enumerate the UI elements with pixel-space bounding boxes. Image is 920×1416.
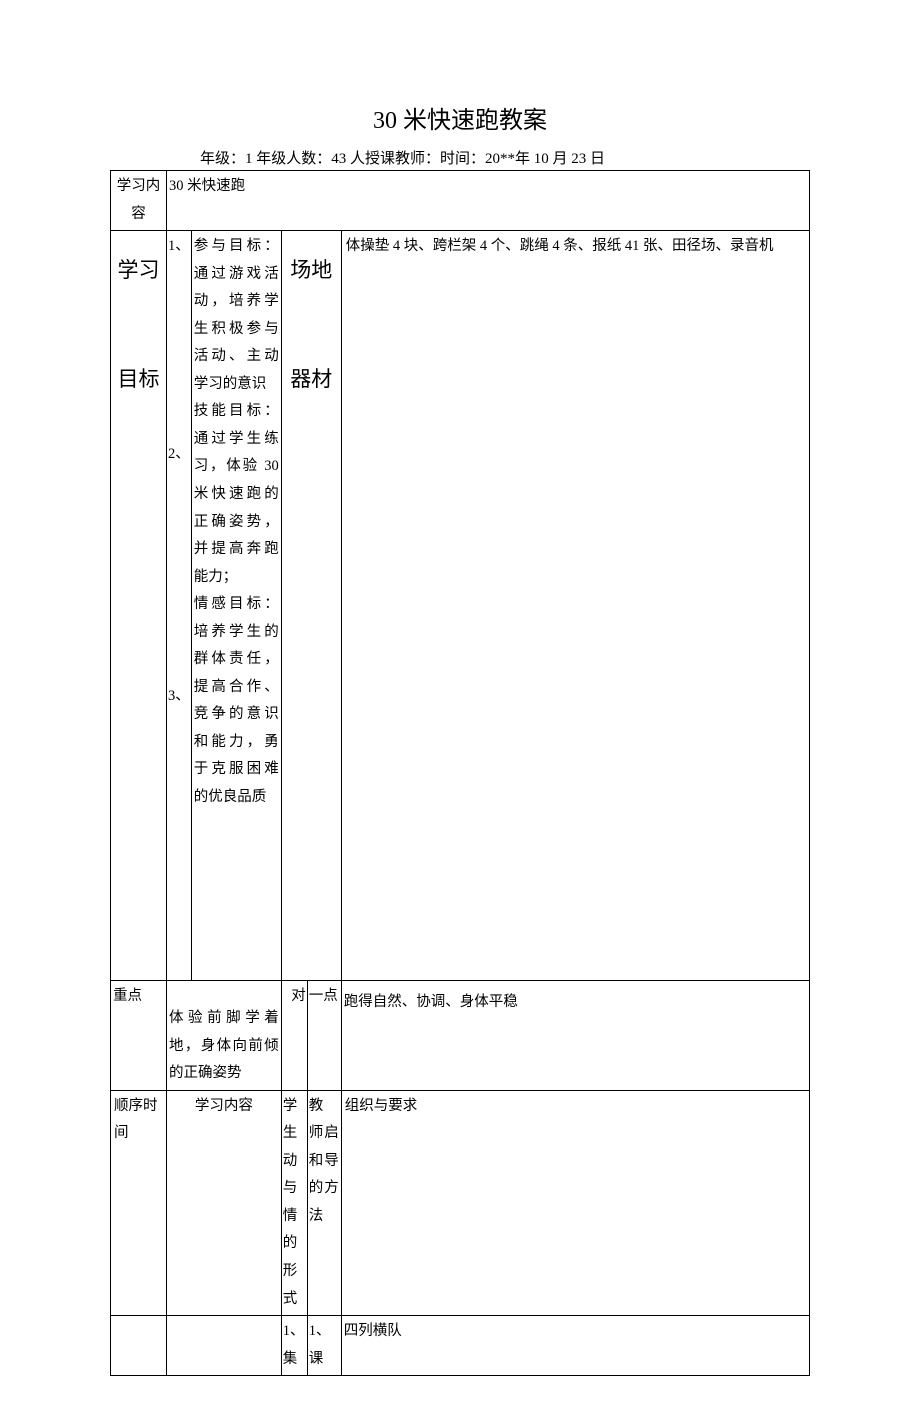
table-row: 学习内容 30 米快速跑 bbox=[111, 171, 810, 231]
cell-empty bbox=[167, 1316, 282, 1376]
cell-last-c5: 四列横队 bbox=[341, 1316, 809, 1376]
goal-text: 技能目标：通过学生练习，体验 30米快速跑的正确姿势，并提高奔跑能力； bbox=[194, 398, 279, 591]
label-text: 学习 bbox=[118, 258, 160, 282]
meta-line: 年级：1 年级人数：43 人授课教师：时间：20**年 10 月 23 日 bbox=[110, 147, 810, 168]
cell-keypoint-right: 跑得自然、协调、身体平稳 bbox=[341, 981, 809, 1091]
header-teacher-method: 教 师启 和导 的方法 bbox=[307, 1090, 341, 1315]
cell-goals-text: 参与目标：通过游戏活动，培养学生积极参与活动、主动学习的意识 技能目标：通过学生… bbox=[191, 231, 281, 981]
table-row: 学习 目标 1、 2、 3、 参与目标：通过游戏活动，培养学生积极参与活动、主动… bbox=[111, 231, 810, 981]
header-text: 学习内容 bbox=[195, 1098, 253, 1114]
goal-text: 参与目标：通过游戏活动，培养学生积极参与活动、主动学习的意识 bbox=[194, 233, 279, 398]
label-text: 器材 bbox=[290, 367, 332, 391]
header-student-activity: 学生动与情的形式 bbox=[281, 1090, 307, 1315]
cell-keypoint-left: 体验前脚学着地，身体向前倾的正确姿势 bbox=[167, 981, 282, 1091]
keypoint-text: 体验前脚学着地，身体向前倾的正确姿势 bbox=[169, 1010, 279, 1081]
goal-num: 2、 bbox=[168, 446, 190, 462]
table-row: 顺序时间 学习内容 学生动与情的形式 教 师启 和导 的方法 组织与要求 bbox=[111, 1090, 810, 1315]
cell-keypoint-mid1: 对 bbox=[281, 981, 307, 1091]
cell-equipment-value: 体操垫 4 块、跨栏架 4 个、跳绳 4 条、报纸 41 张、田径场、录音机 bbox=[341, 231, 809, 981]
goal-text: 情感目标：培养学生的群体责任，提高合作、竞争的意识和能力，勇于克服困难的优良品质 bbox=[194, 591, 279, 811]
header-seq-time: 顺序时间 bbox=[111, 1090, 167, 1315]
cell-learning-content-value: 30 米快速跑 bbox=[167, 171, 810, 231]
cell-equipment-label: 场地 器材 bbox=[281, 231, 341, 981]
cell-learning-content-label: 学习内容 bbox=[111, 171, 167, 231]
header-org-req: 组织与要求 bbox=[341, 1090, 809, 1315]
label-text: 场地 bbox=[290, 258, 332, 282]
page-title: 30 米快速跑教案 bbox=[110, 100, 810, 135]
cell-empty bbox=[111, 1316, 167, 1376]
label-text: 目标 bbox=[118, 367, 160, 391]
table-row: 1、集 1、课 四列横队 bbox=[111, 1316, 810, 1376]
cell-keypoint-mid2: 一点 bbox=[307, 981, 341, 1091]
table-row: 重点 体验前脚学着地，身体向前倾的正确姿势 对 一点 跑得自然、协调、身体平稳 bbox=[111, 981, 810, 1091]
lesson-plan-table: 学习内容 30 米快速跑 学习 目标 1、 2、 3、 参与目标：通过游戏活动，… bbox=[110, 170, 810, 1376]
goal-num: 1、 bbox=[168, 238, 190, 254]
header-learning-content: 学习内容 bbox=[167, 1090, 282, 1315]
cell-last-c4: 1、课 bbox=[307, 1316, 341, 1376]
goal-num: 3、 bbox=[168, 688, 190, 704]
cell-goal-numbers: 1、 2、 3、 bbox=[167, 231, 192, 981]
cell-last-c3: 1、集 bbox=[281, 1316, 307, 1376]
cell-goals-label: 学习 目标 bbox=[111, 231, 167, 981]
cell-keypoint-label: 重点 bbox=[111, 981, 167, 1091]
